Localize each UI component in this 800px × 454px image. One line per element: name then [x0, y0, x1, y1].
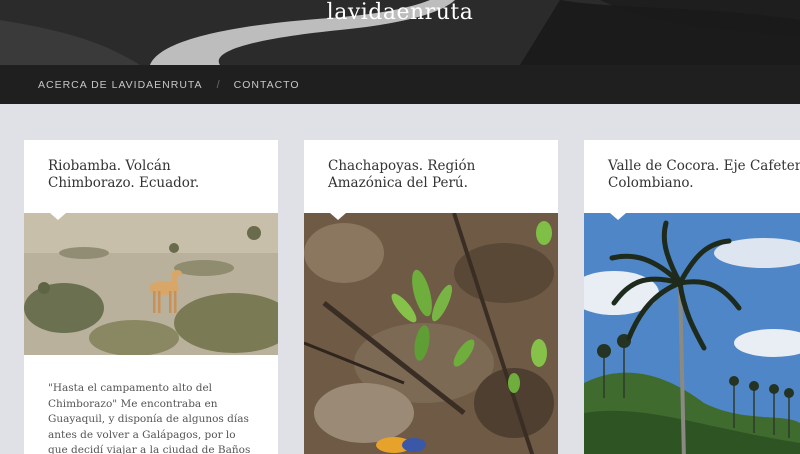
nav-item-contacto[interactable]: CONTACTO	[234, 79, 300, 91]
post-card[interactable]: Chachapoyas. Región Amazónica del Perú.	[304, 140, 558, 454]
card-notch	[610, 213, 626, 220]
post-image[interactable]	[304, 213, 558, 454]
post-card[interactable]: Valle de Cocora. Eje Cafetero Colombiano…	[584, 140, 800, 454]
post-image[interactable]	[24, 213, 278, 355]
nav-item-acerca[interactable]: ACERCA DE LAVIDAENRUTA	[38, 79, 203, 91]
card-notch	[50, 213, 66, 220]
post-title[interactable]: Riobamba. Volcán Chimborazo. Ecuador.	[24, 140, 278, 213]
post-card[interactable]: Riobamba. Volcán Chimborazo. Ecuador. "H…	[24, 140, 278, 454]
main-nav: ACERCA DE LAVIDAENRUTA / CONTACTO	[0, 65, 800, 104]
wax-palm-photo-icon	[584, 213, 800, 454]
card-notch	[330, 213, 346, 220]
post-title[interactable]: Valle de Cocora. Eje Cafetero Colombiano…	[584, 140, 800, 213]
post-excerpt: "Hasta el campamento alto del Chimborazo…	[48, 382, 251, 454]
post-image[interactable]	[584, 213, 800, 454]
site-title[interactable]: lavidaenruta	[0, 0, 800, 25]
post-title[interactable]: Chachapoyas. Región Amazónica del Perú.	[304, 140, 558, 213]
vicuna-photo-icon	[24, 213, 278, 355]
nav-separator: /	[216, 78, 220, 91]
site-header: lavidaenruta	[0, 0, 800, 65]
forest-floor-photo-icon	[304, 213, 558, 454]
